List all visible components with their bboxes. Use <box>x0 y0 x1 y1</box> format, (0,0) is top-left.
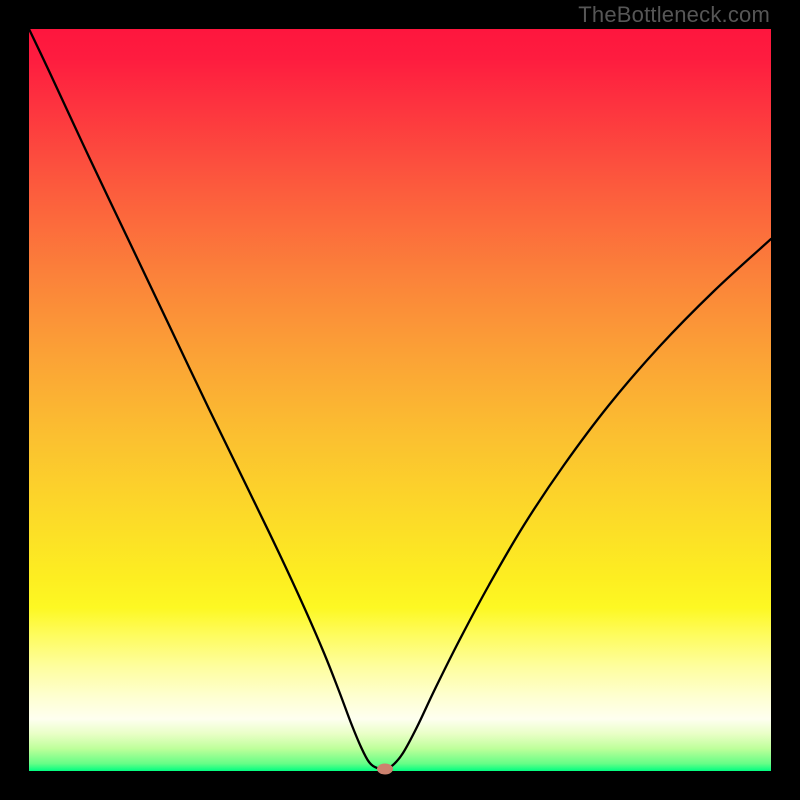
chart-plot-area <box>29 29 771 771</box>
minimum-marker <box>377 764 393 775</box>
bottleneck-curve <box>29 29 771 771</box>
watermark-text: TheBottleneck.com <box>578 2 770 28</box>
